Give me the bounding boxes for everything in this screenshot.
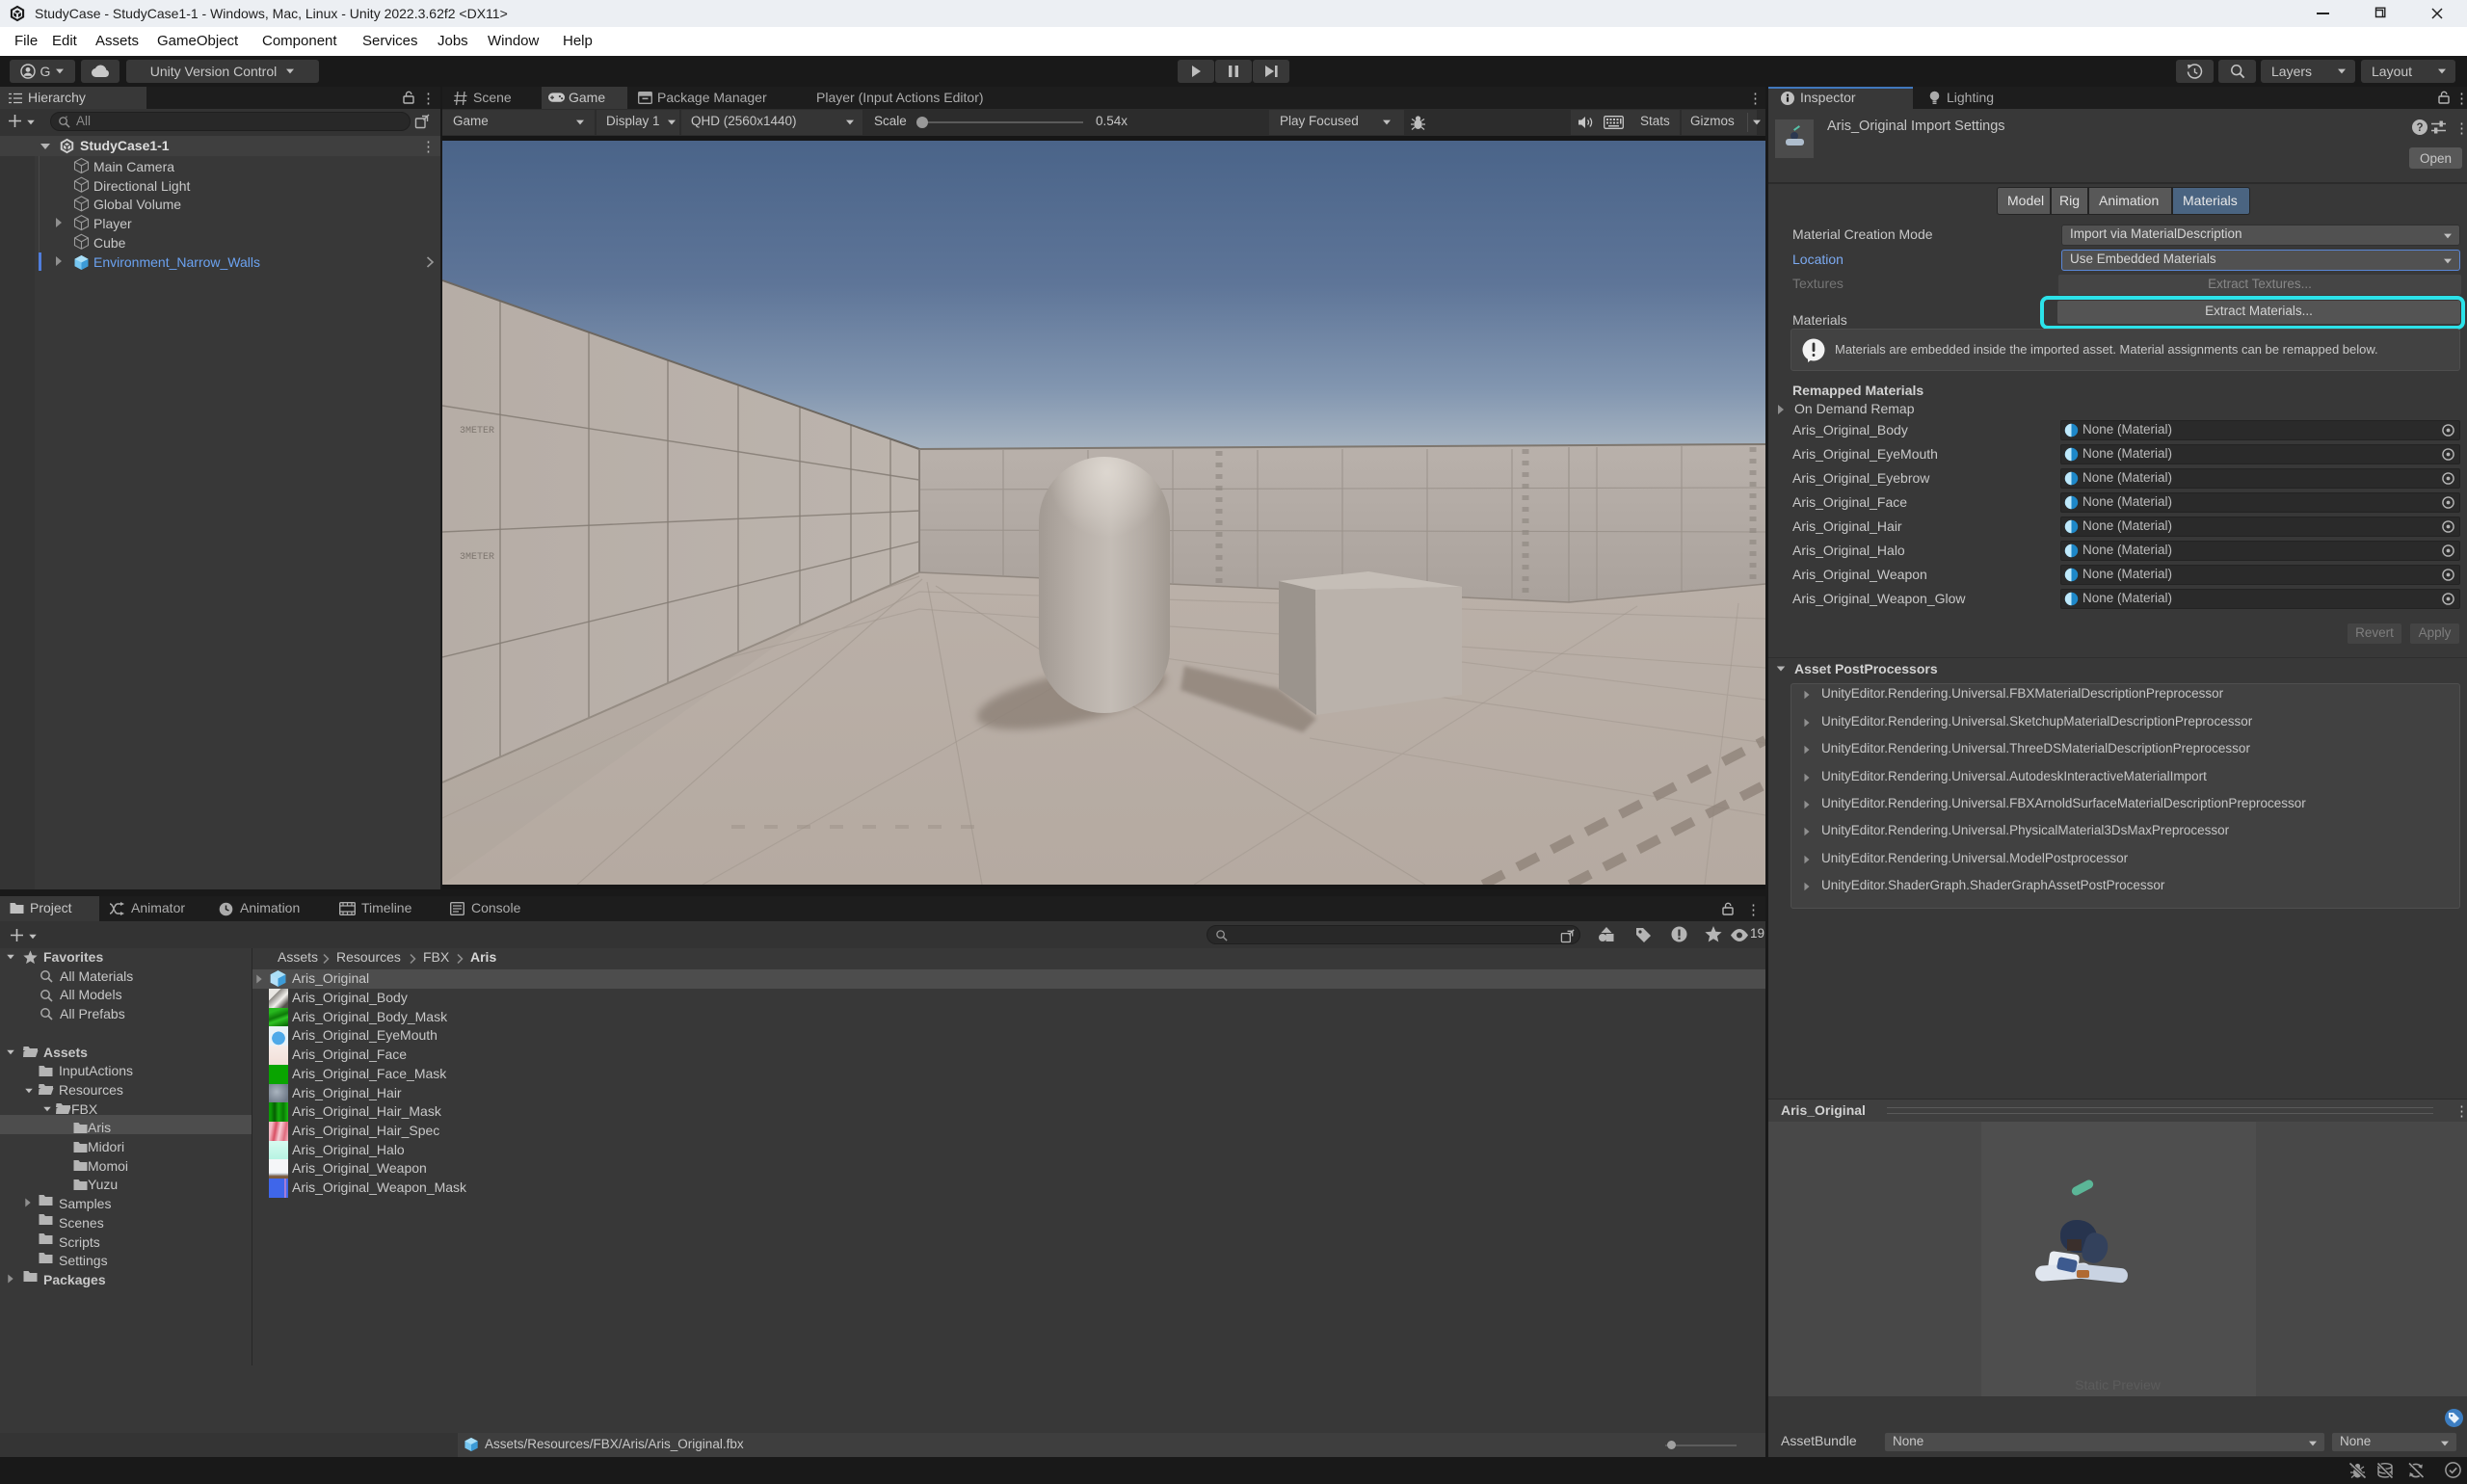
svg-text:?: ? [2416, 122, 2423, 134]
svg-text:3METER: 3METER [460, 552, 494, 563]
svg-text:3METER: 3METER [460, 426, 494, 437]
